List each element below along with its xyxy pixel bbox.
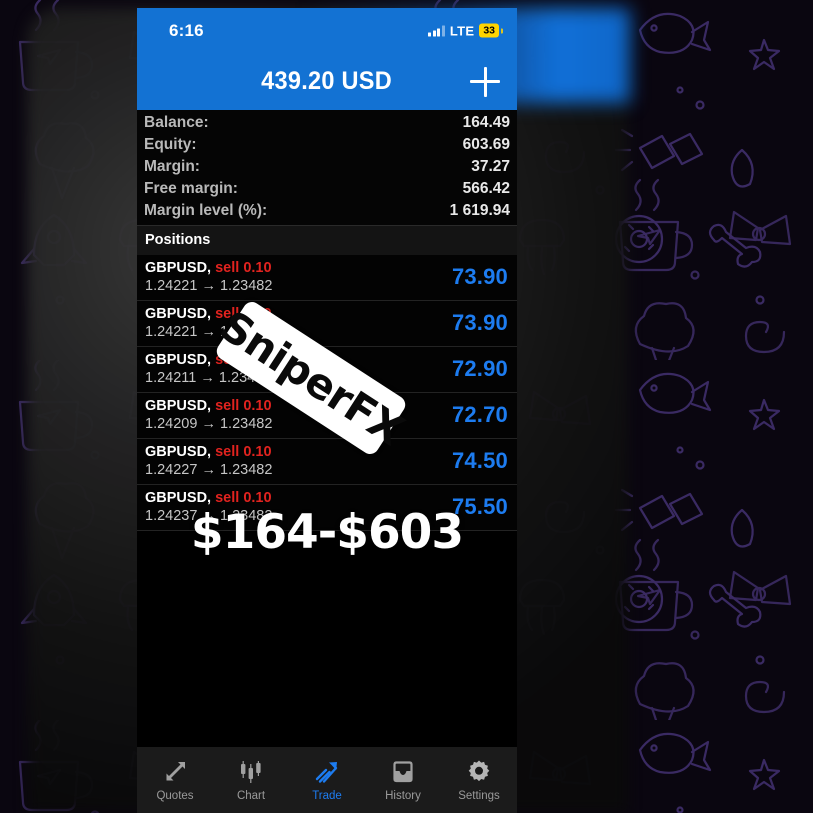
tab-settings[interactable]: Settings xyxy=(441,759,517,802)
position-symbol: GBPUSD, xyxy=(145,490,212,506)
position-symbol: GBPUSD, xyxy=(145,352,212,368)
arrow-right-icon: → xyxy=(201,462,216,478)
arrow-right-icon: → xyxy=(200,370,215,386)
position-profit: 73.90 xyxy=(451,310,508,335)
tab-chart[interactable]: Chart xyxy=(213,759,289,802)
summary-value: 1 619.94 xyxy=(449,202,510,219)
summary-label: Margin level (%): xyxy=(144,202,268,219)
status-bar-time: 6:16 xyxy=(169,20,204,40)
tab-trade[interactable]: Trade xyxy=(289,759,365,802)
tab-label: Settings xyxy=(458,789,500,802)
status-bar-indicators: LTE 33 xyxy=(428,23,503,38)
position-prices: 1.24227 → 1.23482 xyxy=(145,462,272,478)
summary-value: 566.42 xyxy=(462,180,510,197)
tab-label: Chart xyxy=(236,789,266,802)
summary-value: 164.49 xyxy=(462,114,510,131)
position-symbol: GBPUSD, xyxy=(145,398,212,414)
candlestick-icon xyxy=(241,760,261,783)
table-row[interactable]: GBPUSD, sell 0.10 1.24227 → 1.23482 74.5… xyxy=(137,439,517,485)
signal-bars-icon xyxy=(428,25,445,36)
position-open-price: 1.24221 xyxy=(145,278,198,294)
table-row[interactable]: GBPUSD, sell 0.10 1.24221 → 1.23482 73.9… xyxy=(137,301,517,347)
position-open-price: 1.24211 xyxy=(145,370,197,386)
position-side: sell 0.10 xyxy=(215,260,272,276)
headline-price-overlay: $164-$603 xyxy=(190,505,464,560)
position-symbol-line: GBPUSD, sell 0.10 xyxy=(145,490,272,506)
summary-row-margin-level: Margin level (%): 1 619.94 xyxy=(137,201,517,223)
position-profit: 72.70 xyxy=(451,402,508,427)
summary-label: Free margin: xyxy=(144,180,238,197)
tab-label: History xyxy=(385,789,421,802)
summary-value: 603.69 xyxy=(462,136,510,153)
position-details: GBPUSD, sell 0.10 1.24227 → 1.23482 xyxy=(145,444,272,478)
position-open-price: 1.24221 xyxy=(145,324,198,340)
position-profit: 72.90 xyxy=(451,356,508,381)
position-symbol-line: GBPUSD, sell 0.10 xyxy=(145,444,272,460)
position-profit: 73.90 xyxy=(451,264,508,289)
tab-label: Quotes xyxy=(156,789,194,802)
plus-icon[interactable] xyxy=(470,66,500,97)
status-bar: 6:16 LTE 33 xyxy=(137,8,517,53)
position-symbol: GBPUSD, xyxy=(145,306,212,322)
summary-label: Margin: xyxy=(144,158,200,175)
position-prices: 1.24221 → 1.23482 xyxy=(145,278,272,294)
position-symbol-line: GBPUSD, sell 0.10 xyxy=(145,260,272,276)
positions-section-header: Positions xyxy=(137,225,517,255)
summary-row-margin: Margin: 37.27 xyxy=(137,157,517,179)
summary-row-balance: Balance: 164.49 xyxy=(137,113,517,135)
table-row[interactable]: GBPUSD, sell 0.10 1.24221 → 1.23482 73.9… xyxy=(137,255,517,301)
position-details: GBPUSD, sell 0.10 1.24209 → 1.23482 xyxy=(145,398,272,432)
position-symbol-line: GBPUSD, sell 0.10 xyxy=(145,398,272,414)
bottom-tab-bar: Quotes Chart Trade History Settings xyxy=(137,747,517,813)
position-prices: 1.24209 → 1.23482 xyxy=(145,416,272,432)
arrow-right-icon: → xyxy=(201,416,216,432)
position-open-price: 1.24227 xyxy=(145,462,198,478)
battery-cap-icon xyxy=(501,28,503,33)
summary-label: Balance: xyxy=(144,114,209,131)
summary-value: 37.27 xyxy=(471,158,510,175)
position-symbol: GBPUSD, xyxy=(145,444,212,460)
gear-icon xyxy=(468,760,490,781)
quotes-arrows-icon xyxy=(166,761,185,780)
position-symbol: GBPUSD, xyxy=(145,260,212,276)
tab-quotes[interactable]: Quotes xyxy=(137,759,213,802)
position-open-price: 1.24209 xyxy=(145,416,198,432)
arrow-right-icon: → xyxy=(201,278,216,294)
summary-label: Equity: xyxy=(144,136,197,153)
position-details: GBPUSD, sell 0.10 1.24221 → 1.23482 xyxy=(145,260,272,294)
app-header: 439.20 USD xyxy=(137,53,517,110)
position-profit: 74.50 xyxy=(451,448,508,473)
position-side: sell 0.10 xyxy=(215,398,272,414)
tab-label: Trade xyxy=(312,789,342,802)
network-label: LTE xyxy=(449,23,475,38)
position-current-price: 1.23482 xyxy=(219,416,273,432)
summary-row-equity: Equity: 603.69 xyxy=(137,135,517,157)
inbox-tray-icon xyxy=(393,760,413,782)
summary-row-free-margin: Free margin: 566.42 xyxy=(137,179,517,201)
tab-history[interactable]: History xyxy=(365,759,441,802)
position-current-price: 1.23482 xyxy=(219,462,273,478)
trend-arrow-icon xyxy=(315,761,338,783)
account-summary: Balance: 164.49 Equity: 603.69 Margin: 3… xyxy=(137,110,517,225)
account-balance-title: 439.20 USD xyxy=(261,67,393,95)
battery-badge: 33 xyxy=(479,23,499,38)
position-side: sell 0.10 xyxy=(215,444,272,460)
position-side: sell 0.10 xyxy=(215,490,272,506)
position-current-price: 1.23482 xyxy=(219,278,273,294)
